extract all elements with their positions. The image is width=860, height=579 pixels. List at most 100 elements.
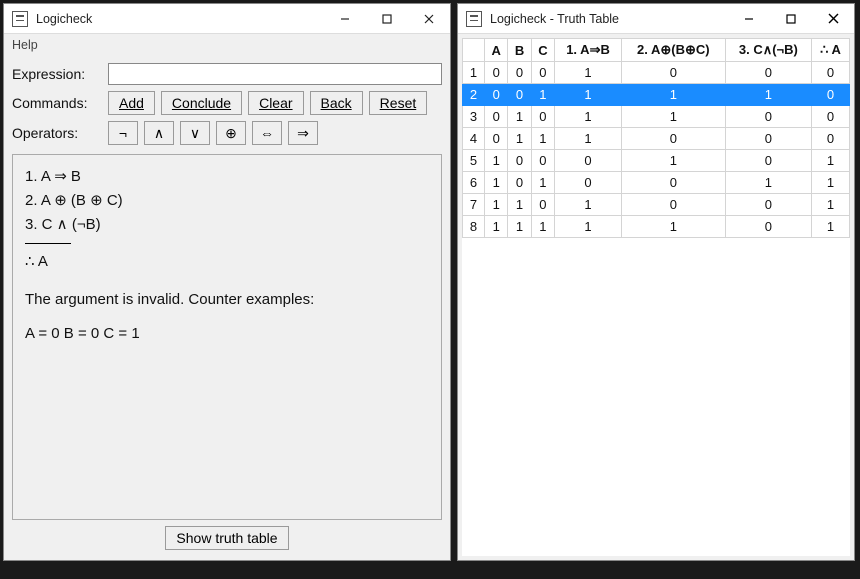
row-number[interactable]: 1 [463,62,485,84]
close-button[interactable] [812,4,854,33]
op-or-button[interactable]: ∨ [180,121,210,145]
cell[interactable]: 1 [621,84,725,106]
cell[interactable]: 1 [485,216,508,238]
row-number[interactable]: 6 [463,172,485,194]
cell[interactable]: 1 [508,194,531,216]
cell[interactable]: 1 [555,216,622,238]
cell[interactable]: 1 [508,106,531,128]
cell[interactable]: 0 [725,150,811,172]
cell[interactable]: 1 [812,194,850,216]
table-row[interactable]: 61010011 [463,172,850,194]
cell[interactable]: 0 [508,62,531,84]
minimize-button[interactable] [728,4,770,33]
cell[interactable]: 1 [555,84,622,106]
minimize-button[interactable] [324,4,366,33]
col-header[interactable]: 2. A⊕(B⊕C) [621,39,725,62]
col-header[interactable]: 1. A⇒B [555,39,622,62]
cell[interactable]: 0 [621,194,725,216]
back-button[interactable]: Back [310,91,363,115]
cell[interactable]: 0 [508,172,531,194]
row-number[interactable]: 4 [463,128,485,150]
cell[interactable]: 0 [485,62,508,84]
cell[interactable]: 0 [555,172,622,194]
expression-input[interactable] [108,63,442,85]
cell[interactable]: 1 [725,84,811,106]
cell[interactable]: 1 [812,216,850,238]
cell[interactable]: 1 [621,150,725,172]
maximize-button[interactable] [770,4,812,33]
op-implies-button[interactable]: ⇒ [288,121,318,145]
cell[interactable]: 0 [812,128,850,150]
cell[interactable]: 1 [508,128,531,150]
cell[interactable]: 1 [555,128,622,150]
cell[interactable]: 1 [621,216,725,238]
col-header[interactable]: ∴ A [812,39,850,62]
table-row[interactable]: 20011110 [463,84,850,106]
menu-help[interactable]: Help [12,38,38,52]
table-row[interactable]: 30101100 [463,106,850,128]
maximize-button[interactable] [366,4,408,33]
row-number[interactable]: 8 [463,216,485,238]
cell[interactable]: 0 [812,84,850,106]
table-row[interactable]: 10001000 [463,62,850,84]
cell[interactable]: 1 [531,84,554,106]
cell[interactable]: 1 [485,150,508,172]
cell[interactable]: 0 [725,62,811,84]
cell[interactable]: 1 [531,128,554,150]
table-row[interactable]: 51000101 [463,150,850,172]
cell[interactable]: 0 [508,84,531,106]
op-xor-button[interactable]: ⊕ [216,121,246,145]
op-iff-button[interactable]: ⇔ [252,121,282,145]
conclude-button[interactable]: Conclude [161,91,242,115]
table-row[interactable]: 81111101 [463,216,850,238]
cell[interactable]: 1 [555,194,622,216]
cell[interactable]: 0 [725,128,811,150]
cell[interactable]: 1 [531,172,554,194]
cell[interactable]: 1 [508,216,531,238]
cell[interactable]: 0 [621,172,725,194]
cell[interactable]: 0 [485,106,508,128]
cell[interactable]: 0 [485,84,508,106]
cell[interactable]: 0 [508,150,531,172]
cell[interactable]: 0 [485,128,508,150]
cell[interactable]: 1 [621,106,725,128]
show-truth-table-button[interactable]: Show truth table [165,526,288,550]
cell[interactable]: 0 [621,128,725,150]
cell[interactable]: 0 [531,106,554,128]
reset-button[interactable]: Reset [369,91,428,115]
cell[interactable]: 1 [812,150,850,172]
table-row[interactable]: 71101001 [463,194,850,216]
cell[interactable]: 1 [485,172,508,194]
table-row[interactable]: 40111000 [463,128,850,150]
cell[interactable]: 0 [555,150,622,172]
row-number[interactable]: 3 [463,106,485,128]
cell[interactable]: 1 [555,106,622,128]
cell[interactable]: 0 [725,194,811,216]
cell[interactable]: 1 [725,172,811,194]
cell[interactable]: 1 [812,172,850,194]
row-number[interactable]: 5 [463,150,485,172]
row-number[interactable]: 7 [463,194,485,216]
cell[interactable]: 0 [812,62,850,84]
cell[interactable]: 0 [725,106,811,128]
cell[interactable]: 1 [485,194,508,216]
cell[interactable]: 0 [621,62,725,84]
cell[interactable]: 0 [812,106,850,128]
row-number[interactable]: 2 [463,84,485,106]
close-button[interactable] [408,4,450,33]
cell[interactable]: 0 [531,194,554,216]
app-icon [12,11,28,27]
col-header[interactable]: 3. C∧(¬B) [725,39,811,62]
op-and-button[interactable]: ∧ [144,121,174,145]
cell[interactable]: 1 [555,62,622,84]
col-header[interactable]: B [508,39,531,62]
col-header[interactable]: C [531,39,554,62]
clear-button[interactable]: Clear [248,91,303,115]
op-not-button[interactable]: ¬ [108,121,138,145]
col-header[interactable]: A [485,39,508,62]
add-button[interactable]: Add [108,91,155,115]
cell[interactable]: 1 [531,216,554,238]
cell[interactable]: 0 [725,216,811,238]
cell[interactable]: 0 [531,150,554,172]
cell[interactable]: 0 [531,62,554,84]
